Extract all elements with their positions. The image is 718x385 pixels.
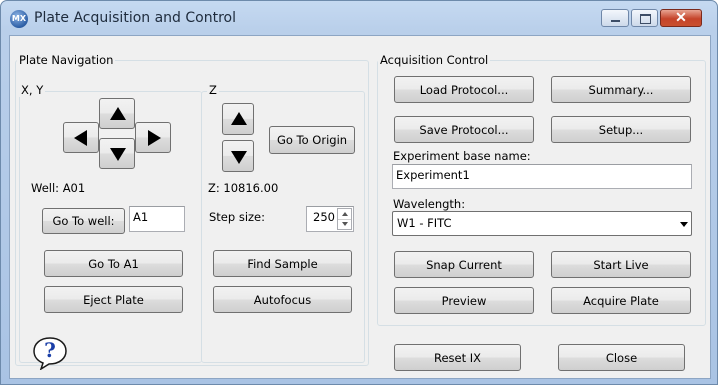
z-up-button[interactable] — [222, 103, 254, 135]
down-arrow-icon — [110, 148, 126, 161]
chevron-down-icon — [680, 222, 688, 227]
close-window-button[interactable]: ✕ — [660, 9, 702, 27]
preview-button[interactable]: Preview — [394, 287, 534, 314]
save-protocol-button[interactable]: Save Protocol... — [394, 116, 534, 143]
window-title: Plate Acquisition and Control — [34, 10, 236, 26]
acquire-plate-button[interactable]: Acquire Plate — [551, 287, 691, 314]
xy-label: X, Y — [19, 83, 46, 97]
app-icon: MX — [10, 10, 28, 28]
step-size-label: Step size: — [209, 210, 266, 224]
go-to-a1-button[interactable]: Go To A1 — [44, 250, 183, 277]
up-arrow-icon — [110, 107, 126, 120]
maximize-icon — [640, 14, 651, 24]
summary-button[interactable]: Summary... — [551, 76, 691, 103]
plate-navigation-label: Plate Navigation — [17, 53, 116, 67]
wavelength-label: Wavelength: — [393, 197, 466, 211]
move-left-button[interactable] — [63, 122, 99, 153]
dialog-client-area: Plate Navigation X, Y Z Go To Origin Wel… — [9, 35, 711, 379]
step-size-stepper[interactable] — [337, 208, 352, 230]
title-bar[interactable]: MX Plate Acquisition and Control ✕ — [1, 1, 717, 35]
move-up-button[interactable] — [99, 98, 135, 129]
right-arrow-icon — [148, 130, 161, 146]
down-arrow-icon — [231, 151, 247, 164]
up-arrow-icon — [231, 112, 247, 125]
help-icon[interactable]: ? — [32, 336, 68, 371]
stepper-down-icon[interactable] — [342, 222, 348, 226]
go-to-origin-button[interactable]: Go To Origin — [269, 126, 355, 154]
minimize-button[interactable] — [601, 9, 629, 27]
move-right-button[interactable] — [135, 122, 171, 153]
z-label: Z — [207, 83, 219, 97]
left-arrow-icon — [74, 130, 87, 146]
maximize-button[interactable] — [631, 9, 658, 27]
z-down-button[interactable] — [222, 140, 254, 172]
autofocus-button[interactable]: Autofocus — [213, 286, 352, 313]
z-readout: Z: 10816.00 — [208, 181, 279, 195]
find-sample-button[interactable]: Find Sample — [213, 250, 352, 277]
help-glyph: ? — [44, 338, 56, 362]
setup-button[interactable]: Setup... — [551, 116, 691, 143]
move-down-button[interactable] — [99, 138, 135, 169]
reset-ix-button[interactable]: Reset IX — [394, 344, 521, 371]
snap-current-button[interactable]: Snap Current — [394, 251, 534, 278]
well-readout: Well: A01 — [31, 181, 86, 195]
experiment-base-name-label: Experiment base name: — [393, 149, 531, 163]
close-icon: ✕ — [675, 9, 687, 25]
app-window: MX Plate Acquisition and Control ✕ Plate… — [0, 0, 718, 385]
wavelength-dropdown[interactable]: W1 - FITC — [392, 211, 692, 236]
stepper-up-icon[interactable] — [342, 212, 348, 216]
go-to-well-button[interactable]: Go To well: — [42, 208, 125, 234]
acquisition-control-label: Acquisition Control — [378, 53, 491, 67]
start-live-button[interactable]: Start Live — [551, 251, 691, 278]
wavelength-selected-value: W1 - FITC — [397, 216, 452, 230]
load-protocol-button[interactable]: Load Protocol... — [394, 76, 534, 103]
close-button[interactable]: Close — [558, 344, 685, 371]
well-input[interactable]: A1 — [129, 206, 185, 232]
minimize-icon — [611, 20, 620, 22]
eject-plate-button[interactable]: Eject Plate — [44, 286, 183, 313]
experiment-base-name-input[interactable]: Experiment1 — [392, 164, 692, 189]
